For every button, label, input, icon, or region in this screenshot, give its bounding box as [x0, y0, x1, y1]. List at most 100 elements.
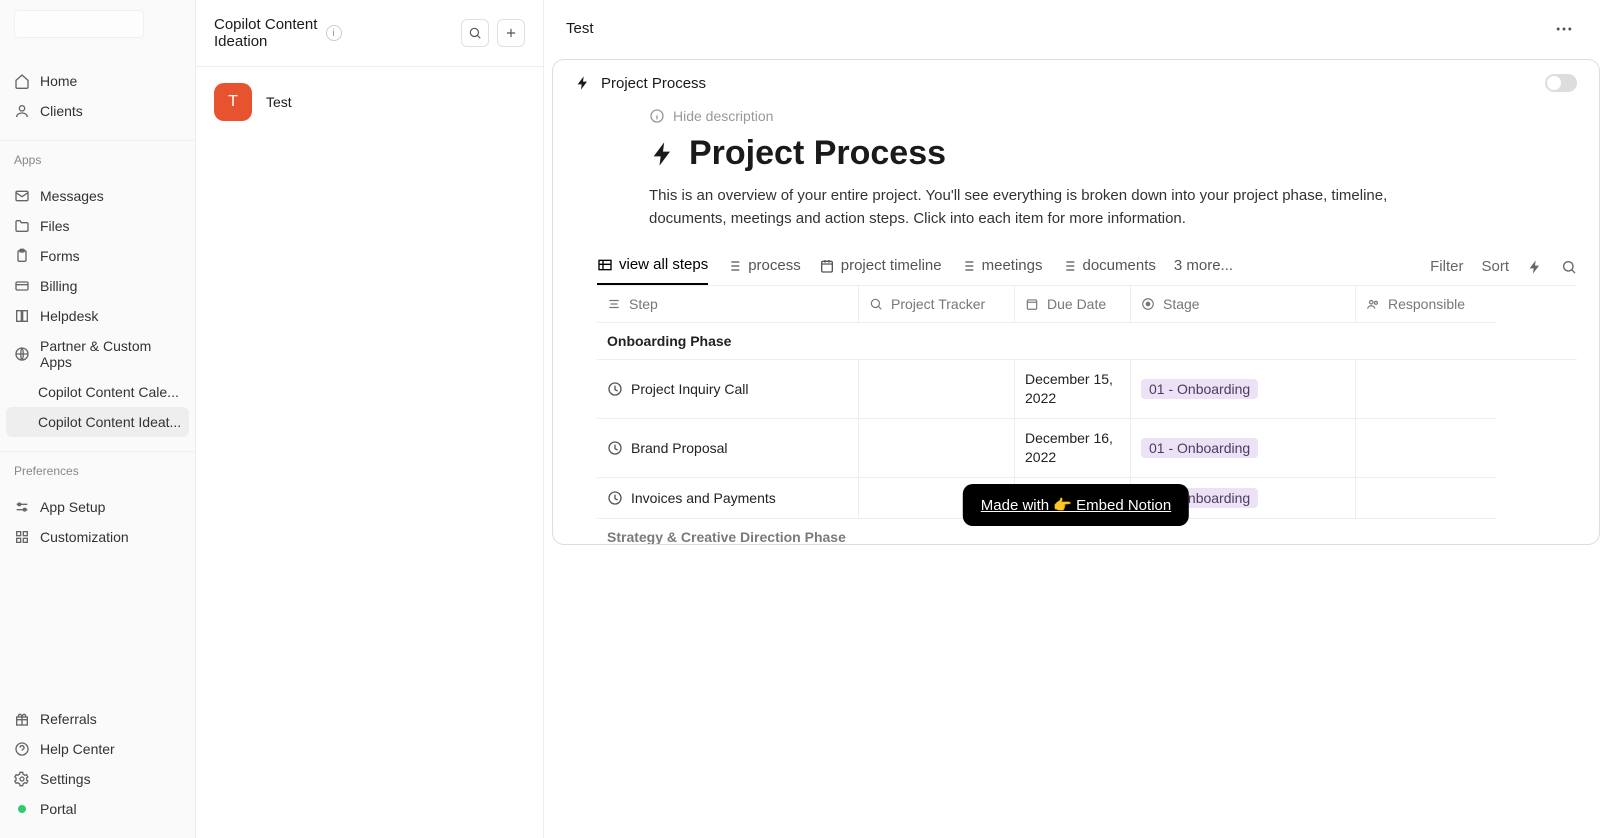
- nav-billing[interactable]: Billing: [0, 271, 195, 301]
- list-icon: [1061, 258, 1077, 274]
- calendar-icon: [819, 258, 835, 274]
- tab-process[interactable]: process: [726, 249, 801, 284]
- bolt-icon: [649, 140, 677, 168]
- sliders-icon: [14, 499, 30, 515]
- nav-messages[interactable]: Messages: [0, 181, 195, 211]
- col-stage[interactable]: Stage: [1131, 286, 1356, 323]
- view-tabs: view all steps process project timeline …: [597, 248, 1577, 286]
- nav-label: Portal: [40, 801, 77, 817]
- logo-area: [0, 10, 195, 58]
- nav-label: Home: [40, 73, 77, 89]
- nav-forms[interactable]: Forms: [0, 241, 195, 271]
- status-icon: [1141, 297, 1155, 311]
- calendar-icon: [1025, 297, 1039, 311]
- info-icon[interactable]: i: [326, 25, 342, 41]
- sort-button[interactable]: Sort: [1481, 258, 1509, 275]
- grid-icon: [14, 529, 30, 545]
- nav-referrals[interactable]: Referrals: [0, 704, 195, 734]
- sidebar: Home Clients Apps Messages Files Forms B…: [0, 0, 196, 838]
- card-icon: [14, 278, 30, 294]
- portal-status-icon: [14, 801, 30, 817]
- panel-toggle[interactable]: [1545, 74, 1577, 92]
- cell-tracker: [859, 360, 1015, 419]
- cell-step: Invoices and Payments: [631, 490, 776, 506]
- nav-portal[interactable]: Portal: [0, 794, 195, 824]
- nav-label: Billing: [40, 278, 77, 294]
- main-header: Test: [544, 0, 1600, 57]
- list-icon: [960, 258, 976, 274]
- nav-label: Copilot Content Ideat...: [38, 414, 181, 430]
- globe-icon: [14, 346, 30, 362]
- cell-step: Project Inquiry Call: [631, 381, 749, 397]
- nav-helpdesk[interactable]: Helpdesk: [0, 301, 195, 331]
- client-item[interactable]: T Test: [196, 67, 543, 137]
- hide-description-button[interactable]: Hide description: [649, 108, 1577, 134]
- list-icon: [726, 258, 742, 274]
- bolt-icon: [1527, 259, 1543, 275]
- col-tracker[interactable]: Project Tracker: [859, 286, 1015, 323]
- cell-due: December 16, 2022: [1025, 429, 1120, 467]
- filter-button[interactable]: Filter: [1430, 258, 1463, 275]
- page-icon: [607, 381, 623, 397]
- search-icon: [869, 297, 883, 311]
- tab-more[interactable]: 3 more...: [1174, 249, 1233, 284]
- nav-sub-content-calendar[interactable]: Copilot Content Cale...: [0, 377, 195, 407]
- nav-label: Referrals: [40, 711, 97, 727]
- stage-pill: 01 - Onboarding: [1141, 379, 1258, 399]
- search-button[interactable]: [461, 19, 489, 47]
- page-title-row: Project Process: [649, 134, 1577, 173]
- nav-sub-content-ideation[interactable]: Copilot Content Ideat...: [6, 407, 189, 437]
- page-icon: [607, 490, 623, 506]
- nav-clients[interactable]: Clients: [0, 96, 195, 126]
- nav-label: Clients: [40, 103, 83, 119]
- page-title: Project Process: [689, 134, 946, 173]
- client-list-column: Copilot Content Ideation i T Test: [196, 0, 544, 838]
- prefs-section-label: Preferences: [0, 458, 195, 484]
- col-step[interactable]: Step: [597, 286, 859, 323]
- col-due[interactable]: Due Date: [1015, 286, 1131, 323]
- nav-label: Files: [40, 218, 70, 234]
- tab-label: process: [748, 257, 801, 274]
- client-avatar: T: [214, 83, 252, 121]
- embed-panel: Project Process Hide description Project…: [552, 59, 1600, 545]
- tab-project-timeline[interactable]: project timeline: [819, 249, 942, 284]
- cell-tracker: [859, 419, 1015, 478]
- tab-documents[interactable]: documents: [1061, 249, 1156, 284]
- home-icon: [14, 73, 30, 89]
- tab-label: documents: [1083, 257, 1156, 274]
- nav-app-setup[interactable]: App Setup: [0, 492, 195, 522]
- embed-notion-badge[interactable]: Made with 👉 Embed Notion: [963, 484, 1189, 526]
- group-onboarding[interactable]: Onboarding Phase: [597, 323, 1577, 360]
- table-row[interactable]: Project Inquiry Call December 15, 2022 0…: [597, 360, 1577, 419]
- info-icon: [649, 108, 665, 124]
- automations-button[interactable]: [1527, 259, 1543, 275]
- tab-label: meetings: [982, 257, 1043, 274]
- nav-settings[interactable]: Settings: [0, 764, 195, 794]
- tab-view-all-steps[interactable]: view all steps: [597, 248, 708, 285]
- col-responsible[interactable]: Responsible: [1356, 286, 1496, 323]
- nav-customization[interactable]: Customization: [0, 522, 195, 552]
- message-icon: [14, 188, 30, 204]
- table-icon: [597, 257, 613, 273]
- logo-placeholder: [14, 10, 144, 38]
- table-row[interactable]: Brand Proposal December 16, 2022 01 - On…: [597, 419, 1577, 478]
- add-button[interactable]: [497, 19, 525, 47]
- table-search-button[interactable]: [1561, 259, 1577, 275]
- search-icon: [1561, 259, 1577, 275]
- panel-body: Hide description Project Process This is…: [553, 100, 1599, 544]
- nav-help-center[interactable]: Help Center: [0, 734, 195, 764]
- page-description: This is an overview of your entire proje…: [649, 185, 1389, 230]
- nav-home[interactable]: Home: [0, 66, 195, 96]
- tab-label: project timeline: [841, 257, 942, 274]
- nav-files[interactable]: Files: [0, 211, 195, 241]
- nav-partner-apps[interactable]: Partner & Custom Apps: [0, 331, 195, 377]
- more-button[interactable]: [1550, 15, 1578, 43]
- stage-pill: 01 - Onboarding: [1141, 438, 1258, 458]
- nav-label: Helpdesk: [40, 308, 98, 324]
- tab-meetings[interactable]: meetings: [960, 249, 1043, 284]
- panel-breadcrumb[interactable]: Project Process: [601, 75, 1535, 92]
- nav-label: Customization: [40, 529, 129, 545]
- apps-section-label: Apps: [0, 147, 195, 173]
- client-name: Test: [266, 94, 292, 110]
- user-icon: [14, 103, 30, 119]
